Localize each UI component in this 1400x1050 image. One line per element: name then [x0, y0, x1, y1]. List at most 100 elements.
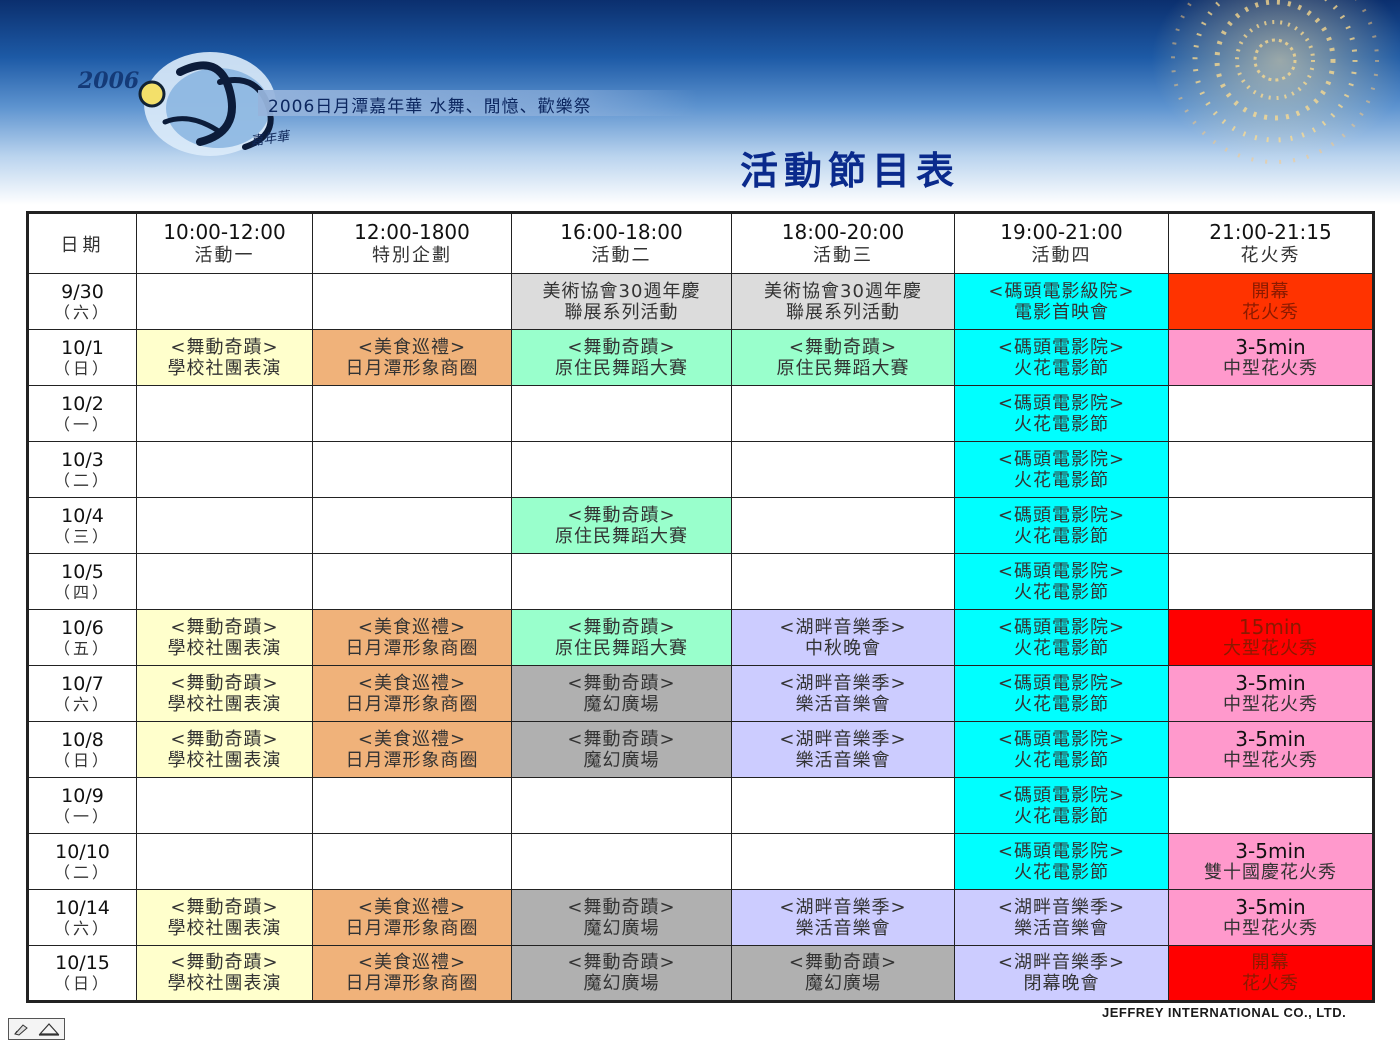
event-line-2: 日月潭形象商圈	[345, 917, 479, 939]
event-line-2: 日月潭形象商圈	[345, 357, 479, 379]
row-weekday: （一）	[53, 414, 111, 434]
event-line-1: <湖畔音樂季>	[779, 616, 907, 638]
schedule-cell: <舞動奇蹟> 原住民舞蹈大賽	[511, 329, 732, 386]
schedule-cell: 3-5min 中型花火秀	[1168, 329, 1374, 386]
slide-nav-button[interactable]	[8, 1018, 65, 1040]
event-line-1: <碼頭電影院>	[997, 448, 1126, 470]
page-title: 活動節目表	[740, 148, 961, 193]
schedule-cell: 3-5min 中型花火秀	[1168, 889, 1374, 946]
schedule-cell	[511, 385, 732, 442]
company-name: JEFFREY INTERNATIONAL CO., LTD.	[1102, 1005, 1347, 1020]
schedule-cell	[731, 553, 955, 610]
event-line-2: 中型花火秀	[1223, 357, 1318, 379]
schedule-cell	[511, 777, 732, 834]
event-line-1: <碼頭電影院>	[997, 784, 1126, 806]
schedule-cell	[136, 441, 313, 498]
event-line-1: 15min	[1238, 614, 1303, 639]
schedule-cell	[1168, 497, 1374, 554]
event-line-1: 3-5min	[1235, 334, 1306, 359]
schedule-cell	[731, 777, 955, 834]
schedule-row: 10/15 （日） <舞動奇蹟> 學校社團表演 <美食巡禮> 日月潭形象商圈 <舞動奇蹟> 魔…	[27, 945, 1374, 1002]
schedule-row: 9/30 （六） 美術協會30週年慶 聯展系列活動 美術協會30週年慶 聯展系列活動 <碼頭…	[27, 273, 1374, 330]
schedule-cell	[312, 833, 512, 890]
schedule-cell: <碼頭電影院> 火花電影節	[954, 441, 1169, 498]
row-weekday: （六）	[53, 694, 111, 714]
row-weekday: （日）	[53, 358, 111, 378]
event-line-1: <美食巡禮>	[357, 896, 467, 918]
schedule-cell: <碼頭電影院> 火花電影節	[954, 665, 1169, 722]
schedule-row: 10/10 （二） <碼頭電影院> 火花電影節 3-5min 雙十國慶花火秀	[27, 833, 1374, 890]
schedule-cell	[1168, 441, 1374, 498]
event-line-2: 日月潭形象商圈	[345, 637, 479, 659]
schedule-cell	[136, 777, 313, 834]
schedule-cell: <舞動奇蹟> 原住民舞蹈大賽	[511, 609, 732, 666]
schedule-cell: 3-5min 中型花火秀	[1168, 665, 1374, 722]
schedule-cell	[312, 497, 512, 554]
schedule-cell	[731, 497, 955, 554]
event-line-2: 魔幻廣場	[583, 693, 660, 715]
column-header: 21:00-21:15 花火秀	[1168, 212, 1374, 274]
column-name: 活動四	[1031, 244, 1092, 266]
event-line-2: 日月潭形象商圈	[345, 749, 479, 771]
schedule-cell: <舞動奇蹟> 學校社團表演	[136, 889, 313, 946]
row-date: 10/14	[55, 896, 110, 919]
event-line-1: 美術協會30週年慶	[764, 280, 922, 302]
date-cell: 10/9 （一）	[27, 777, 137, 834]
event-line-2: 電影首映會	[1014, 301, 1109, 323]
row-date: 10/15	[55, 952, 110, 974]
event-line-2: 中型花火秀	[1223, 693, 1318, 715]
schedule-cell: <碼頭電影院> 火花電影節	[954, 721, 1169, 778]
schedule-cell: <美食巡禮> 日月潭形象商圈	[312, 665, 512, 722]
event-line-1: <碼頭電影級院>	[988, 280, 1135, 302]
schedule-cell	[1168, 553, 1374, 610]
schedule-cell: 3-5min 中型花火秀	[1168, 721, 1374, 778]
schedule-cell: <舞動奇蹟> 魔幻廣場	[731, 945, 955, 1002]
date-cell: 10/2 （一）	[27, 385, 137, 442]
row-weekday: （六）	[53, 302, 111, 322]
event-line-1: <碼頭電影院>	[997, 560, 1126, 582]
schedule-cell: <湖畔音樂季> 樂活音樂會	[731, 721, 955, 778]
event-line-1: <舞動奇蹟>	[170, 336, 279, 358]
column-header: 16:00-18:00 活動二	[511, 212, 732, 274]
schedule-cell: <美食巡禮> 日月潭形象商圈	[312, 609, 512, 666]
schedule-cell: <碼頭電影院> 火花電影節	[954, 385, 1169, 442]
header-row: 日期 10:00-12:00 活動一 12:00-1800 特別企劃 16:00…	[27, 212, 1374, 274]
schedule-cell	[312, 441, 512, 498]
event-line-2: 樂活音樂會	[795, 917, 891, 939]
date-cell: 10/7 （六）	[27, 665, 137, 722]
schedule-cell	[1168, 777, 1374, 834]
event-line-2: 樂活音樂會	[795, 693, 891, 715]
column-name: 花火秀	[1240, 244, 1301, 266]
header-banner: 2006 嘉年華 2006日月潭嘉年華 水舞、閒憶、歡樂祭	[0, 0, 1400, 205]
schedule-cell: <美食巡禮> 日月潭形象商圈	[312, 889, 512, 946]
column-time: 12:00-1800	[354, 219, 470, 244]
schedule-row: 10/1 （日） <舞動奇蹟> 學校社團表演 <美食巡禮> 日月潭形象商圈 <舞動奇蹟> 原住…	[27, 329, 1374, 386]
date-cell: 10/6 （五）	[27, 609, 137, 666]
row-date: 10/7	[61, 672, 104, 695]
schedule-cell: <舞動奇蹟> 學校社團表演	[136, 665, 313, 722]
schedule-cell: <湖畔音樂季> 閉幕晚會	[954, 945, 1169, 1002]
event-line-2: 學校社團表演	[167, 637, 282, 659]
schedule-row: 10/14 （六） <舞動奇蹟> 學校社團表演 <美食巡禮> 日月潭形象商圈 <舞動奇蹟> 魔…	[27, 889, 1374, 946]
event-line-1: <舞動奇蹟>	[567, 672, 676, 694]
event-line-1: 3-5min	[1235, 838, 1306, 863]
row-date: 10/2	[61, 392, 104, 415]
event-tagline: 2006日月潭嘉年華 水舞、閒憶、歡樂祭	[268, 97, 592, 117]
event-line-1: <美食巡禮>	[357, 952, 467, 973]
event-line-2: 火花電影節	[1014, 693, 1109, 715]
date-cell: 10/3 （二）	[27, 441, 137, 498]
schedule-cell: <碼頭電影院> 火花電影節	[954, 777, 1169, 834]
column-name: 活動三	[813, 244, 873, 266]
event-line-1: <美食巡禮>	[357, 336, 467, 358]
schedule-cell	[136, 553, 313, 610]
event-line-1: 開幕	[1251, 952, 1290, 973]
event-line-1: <碼頭電影院>	[997, 672, 1126, 694]
schedule-cell: <舞動奇蹟> 魔幻廣場	[511, 665, 732, 722]
event-line-2: 原住民舞蹈大賽	[555, 637, 688, 659]
schedule-cell: <美食巡禮> 日月潭形象商圈	[312, 721, 512, 778]
date-header-label: 日期	[60, 234, 105, 256]
event-line-1: 美術協會30週年慶	[542, 280, 701, 302]
row-weekday: （日）	[53, 750, 111, 770]
event-line-2: 中型花火秀	[1223, 917, 1318, 939]
event-line-1: <碼頭電影院>	[997, 392, 1126, 414]
